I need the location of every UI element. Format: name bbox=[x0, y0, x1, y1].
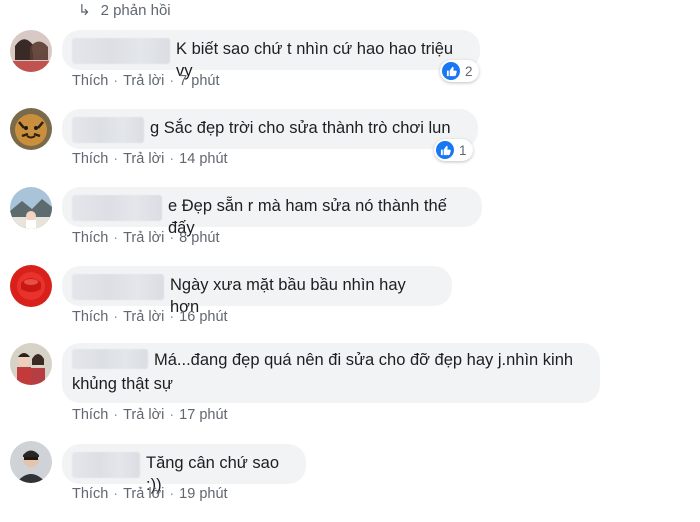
comment-bubble: e Đẹp sẵn r mà ham sửa nó thành thế đấy bbox=[62, 187, 482, 237]
separator-dot: · bbox=[169, 486, 175, 502]
like-link[interactable]: Thích bbox=[72, 151, 108, 167]
like-reaction-icon bbox=[436, 141, 454, 159]
separator-dot: · bbox=[113, 151, 119, 167]
blurred-author-name[interactable] bbox=[72, 117, 144, 143]
blurred-author-name[interactable] bbox=[72, 38, 170, 64]
reply-link[interactable]: Trả lời bbox=[123, 486, 164, 502]
comment-text: g Sắc đẹp trời cho sửa thành trò chơi lu… bbox=[150, 119, 451, 137]
like-reaction-icon bbox=[442, 62, 460, 80]
replies-count-label: 2 phản hồi bbox=[100, 1, 171, 19]
reply-link[interactable]: Trả lời bbox=[123, 230, 164, 246]
comment-bubble: Tăng cân chứ sao :)) bbox=[62, 444, 306, 494]
comment-actions: Thích · Trả lời · 14 phút bbox=[72, 151, 228, 167]
comment-actions: Thích · Trả lời · 7 phút bbox=[72, 73, 219, 89]
reply-link[interactable]: Trả lời bbox=[123, 73, 164, 89]
separator-dot: · bbox=[169, 151, 175, 167]
separator-dot: · bbox=[169, 230, 175, 246]
separator-dot: · bbox=[169, 407, 175, 423]
blurred-author-name[interactable] bbox=[72, 195, 162, 221]
separator-dot: · bbox=[169, 73, 175, 89]
couple-photo-avatar[interactable] bbox=[10, 343, 52, 385]
reaction-count[interactable]: 2 bbox=[440, 60, 479, 82]
reaction-count-value: 1 bbox=[459, 142, 467, 158]
separator-dot: · bbox=[113, 73, 119, 89]
blurred-author-name[interactable] bbox=[72, 452, 140, 478]
like-link[interactable]: Thích bbox=[72, 407, 108, 423]
comment-text-line1: Má...đang đẹp quá nên đi sửa cho đỡ đẹp … bbox=[154, 351, 574, 369]
comment-timestamp[interactable]: 17 phút bbox=[179, 407, 227, 423]
comment-actions: Thích · Trả lời · 19 phút bbox=[72, 486, 228, 502]
reply-link[interactable]: Trả lời bbox=[123, 151, 164, 167]
separator-dot: · bbox=[169, 309, 175, 325]
avatar-image bbox=[10, 343, 52, 385]
comment-actions: Thích · Trả lời · 8 phút bbox=[72, 230, 219, 246]
reaction-count-value: 2 bbox=[465, 63, 473, 79]
separator-dot: · bbox=[113, 407, 119, 423]
reply-link[interactable]: Trả lời bbox=[123, 309, 164, 325]
avatar-image bbox=[10, 108, 52, 150]
comment-actions: Thích · Trả lời · 16 phút bbox=[72, 309, 228, 325]
comment-bubble: Má...đang đẹp quá nên đi sửa cho đỡ đẹp … bbox=[62, 343, 600, 403]
avatar-image bbox=[10, 441, 52, 483]
view-replies-link[interactable]: ↳ 2 phản hồi bbox=[78, 0, 171, 20]
like-link[interactable]: Thích bbox=[72, 73, 108, 89]
red-icon-avatar[interactable] bbox=[10, 265, 52, 307]
separator-dot: · bbox=[113, 486, 119, 502]
avatar-image bbox=[10, 30, 52, 72]
comment-timestamp[interactable]: 8 phút bbox=[179, 230, 219, 246]
reply-link[interactable]: Trả lời bbox=[123, 407, 164, 423]
avatar-image bbox=[10, 265, 52, 307]
like-link[interactable]: Thích bbox=[72, 486, 108, 502]
reply-arrow-icon: ↳ bbox=[78, 2, 91, 19]
comment-bubble: g Sắc đẹp trời cho sửa thành trò chơi lu… bbox=[62, 109, 478, 149]
comment-timestamp[interactable]: 16 phút bbox=[179, 309, 227, 325]
landscape-photo-avatar[interactable] bbox=[10, 187, 52, 229]
comment-actions: Thích · Trả lời · 17 phút bbox=[72, 407, 228, 423]
comment-bubble: Ngày xưa mặt bầu bầu nhìn hay hơn bbox=[62, 266, 452, 316]
comment-timestamp[interactable]: 14 phút bbox=[179, 151, 227, 167]
like-link[interactable]: Thích bbox=[72, 230, 108, 246]
separator-dot: · bbox=[113, 230, 119, 246]
comment-timestamp[interactable]: 19 phút bbox=[179, 486, 227, 502]
blurred-author-name[interactable] bbox=[72, 274, 164, 300]
like-link[interactable]: Thích bbox=[72, 309, 108, 325]
comment-text: K biết sao chứ t nhìn cứ hao hao triệu v… bbox=[176, 40, 458, 80]
blurred-author-name[interactable] bbox=[72, 349, 148, 369]
user-photo-avatar[interactable] bbox=[10, 30, 52, 72]
man-photo-avatar[interactable] bbox=[10, 441, 52, 483]
tiger-photo-avatar[interactable] bbox=[10, 108, 52, 150]
comment-text-line2: khủng thật sự bbox=[72, 375, 173, 393]
avatar-image bbox=[10, 187, 52, 229]
comment-bubble: K biết sao chứ t nhìn cứ hao hao triệu v… bbox=[62, 30, 480, 80]
comment-timestamp[interactable]: 7 phút bbox=[179, 73, 219, 89]
separator-dot: · bbox=[113, 309, 119, 325]
reaction-count[interactable]: 1 bbox=[434, 139, 473, 161]
